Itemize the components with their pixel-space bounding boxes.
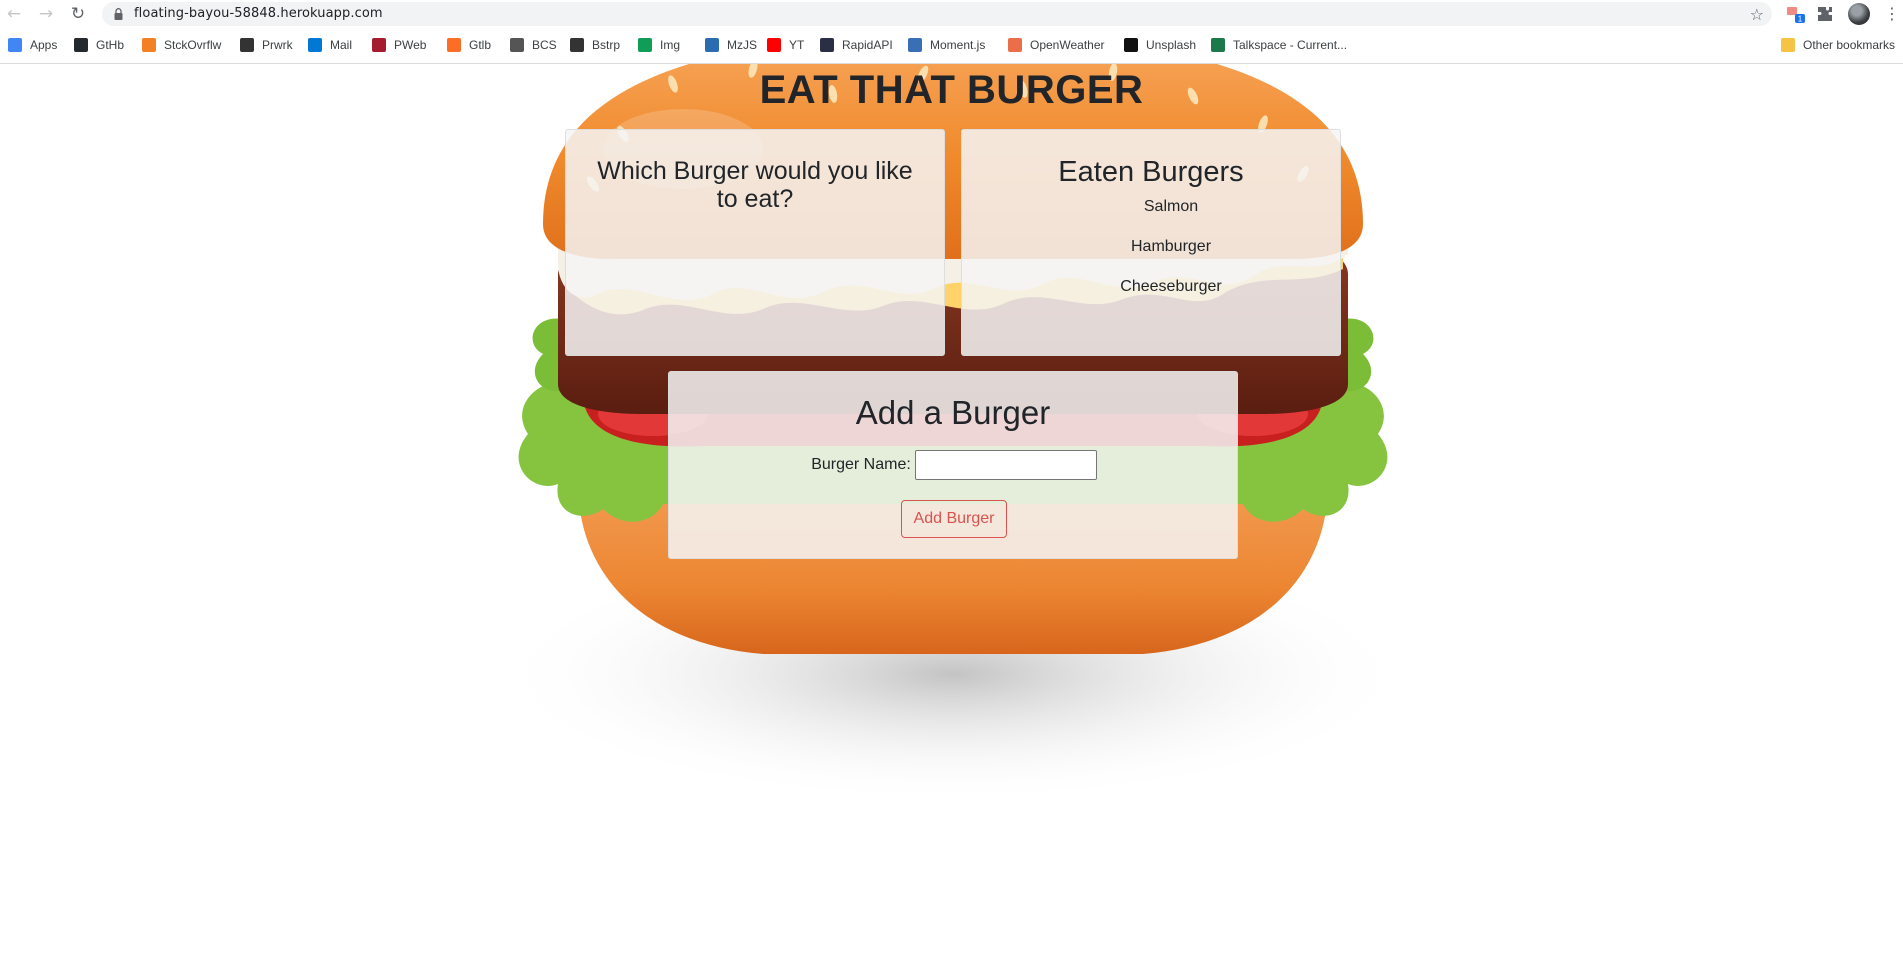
bookmark-yt[interactable]: YT [767, 33, 804, 57]
reload-button[interactable]: ↻ [64, 0, 92, 28]
youtube-icon [767, 38, 781, 52]
browser-menu-icon[interactable]: ⋮ [1884, 3, 1900, 25]
unsplash-icon [1124, 38, 1138, 52]
bookmark-openweather[interactable]: OpenWeather [1008, 33, 1105, 57]
extensions-menu-button[interactable] [1815, 4, 1835, 24]
bookmarks-bar: Apps GtHb StckOvrflw Prwrk Mail PWeb Gtlb BCS Bs… [0, 33, 1903, 57]
mozilla-icon [705, 38, 719, 52]
image-icon [638, 38, 652, 52]
bookmark-pweb[interactable]: PWeb [372, 33, 426, 57]
bookmark-label: Bstrp [592, 38, 621, 52]
bookmark-gthb[interactable]: GtHb [74, 33, 124, 57]
bookmark-moment-js[interactable]: Moment.js [908, 33, 985, 57]
list-item: Cheeseburger [1120, 278, 1222, 295]
bookmark-rapidapi[interactable]: RapidAPI [820, 33, 893, 57]
eaten-burgers-panel: Eaten Burgers Salmon Hamburger Cheeseburge… [961, 129, 1341, 356]
apps-grid-icon [8, 38, 22, 52]
book-icon [240, 38, 254, 52]
bookmark-label: MzJS [727, 38, 757, 52]
bookmark-star-icon[interactable]: ☆ [1750, 5, 1764, 24]
bookmark-label: Unsplash [1146, 38, 1197, 52]
bookmark-stckovrflw[interactable]: StckOvrflw [142, 33, 221, 57]
bootstrap-icon [570, 38, 584, 52]
url-text: floating-bayou-58848.herokuapp.com [134, 6, 383, 21]
openweather-icon [1008, 38, 1022, 52]
forward-button[interactable]: → [32, 0, 60, 28]
puzzle-icon [1818, 7, 1832, 21]
other-bookmarks-label: Other bookmarks [1803, 38, 1896, 52]
rapidapi-icon [820, 38, 834, 52]
bookmark-label: GtHb [96, 38, 125, 52]
extension-badge-icon: 1 [1787, 7, 1805, 24]
bookmark-label: StckOvrflw [164, 38, 222, 52]
back-button[interactable]: ← [0, 0, 28, 28]
bookmark-label: Talkspace - Current... [1233, 38, 1348, 52]
bookmark-label: PWeb [394, 38, 427, 52]
address-bar[interactable]: floating-bayou-58848.herokuapp.com ☆ [102, 2, 1772, 26]
bookmark-label: RapidAPI [842, 38, 893, 52]
burger-name-row: Burger Name: [669, 450, 1239, 480]
bookmark-label: OpenWeather [1030, 38, 1105, 52]
bookmark-label: Apps [30, 38, 58, 52]
bookmark-unsplash[interactable]: Unsplash [1124, 33, 1196, 57]
arrow-left-icon: ← [6, 4, 22, 24]
list-item: Hamburger [1130, 238, 1212, 255]
lock-icon [114, 8, 123, 20]
extension-button[interactable]: 1 [1786, 4, 1806, 24]
gitlab-icon [447, 38, 461, 52]
bookmark-bstrp[interactable]: Bstrp [570, 33, 620, 57]
bookmark-label: Moment.js [930, 38, 986, 52]
reload-icon: ↻ [70, 4, 86, 24]
bookmark-label: Mail [330, 38, 353, 52]
page-body: EAT THAT BURGER Which Burger would you l… [0, 64, 1903, 966]
momentjs-icon [908, 38, 922, 52]
outlook-icon [308, 38, 322, 52]
bookmark-label: Img [660, 38, 681, 52]
bookmark-img[interactable]: Img [638, 33, 680, 57]
browser-toolbar: ← → ↻ floating-bayou-58848.herokuapp.com… [0, 0, 1903, 28]
burger-name-label: Burger Name: [811, 456, 911, 473]
list-item: Salmon [1143, 198, 1199, 215]
bookmark-label: BCS [532, 38, 557, 52]
folder-icon [1781, 38, 1795, 52]
bookmark-mzjs[interactable]: MzJS [705, 33, 757, 57]
burger-name-input[interactable] [914, 450, 1097, 480]
bookmark-bcs[interactable]: BCS [510, 33, 557, 57]
shield-icon [372, 38, 386, 52]
bookmark-mail[interactable]: Mail [308, 33, 352, 57]
bookmark-apps[interactable]: Apps [8, 33, 57, 57]
globe-icon [510, 38, 524, 52]
page-title: EAT THAT BURGER [759, 68, 1144, 112]
add-burger-panel: Add a Burger Burger Name: Add Burger [668, 371, 1238, 559]
arrow-right-icon: → [38, 4, 54, 24]
extension-badge-count: 1 [1798, 15, 1803, 24]
other-bookmarks-folder[interactable]: Other bookmarks [1781, 33, 1895, 57]
bookmark-label: Prwrk [262, 38, 293, 52]
bookmark-gtlb[interactable]: Gtlb [447, 33, 491, 57]
to-eat-heading: Which Burger would you like to eat? [597, 157, 913, 213]
profile-avatar[interactable] [1848, 3, 1870, 25]
bookmark-label: YT [789, 38, 805, 52]
bookmark-talkspace-current[interactable]: Talkspace - Current... [1211, 33, 1347, 57]
burgers-to-eat-panel: Which Burger would you like to eat? [565, 129, 945, 356]
github-icon [74, 38, 88, 52]
bookmark-label: Gtlb [469, 38, 492, 52]
bookmark-prwrk[interactable]: Prwrk [240, 33, 293, 57]
talkspace-icon [1211, 38, 1225, 52]
add-burger-button[interactable]: Add Burger [901, 500, 1007, 538]
eaten-list: Salmon Hamburger Cheeseburger [962, 196, 1340, 316]
eaten-heading: Eaten Burgers [1058, 156, 1244, 188]
add-burger-heading: Add a Burger [855, 394, 1051, 431]
stackoverflow-icon [142, 38, 156, 52]
